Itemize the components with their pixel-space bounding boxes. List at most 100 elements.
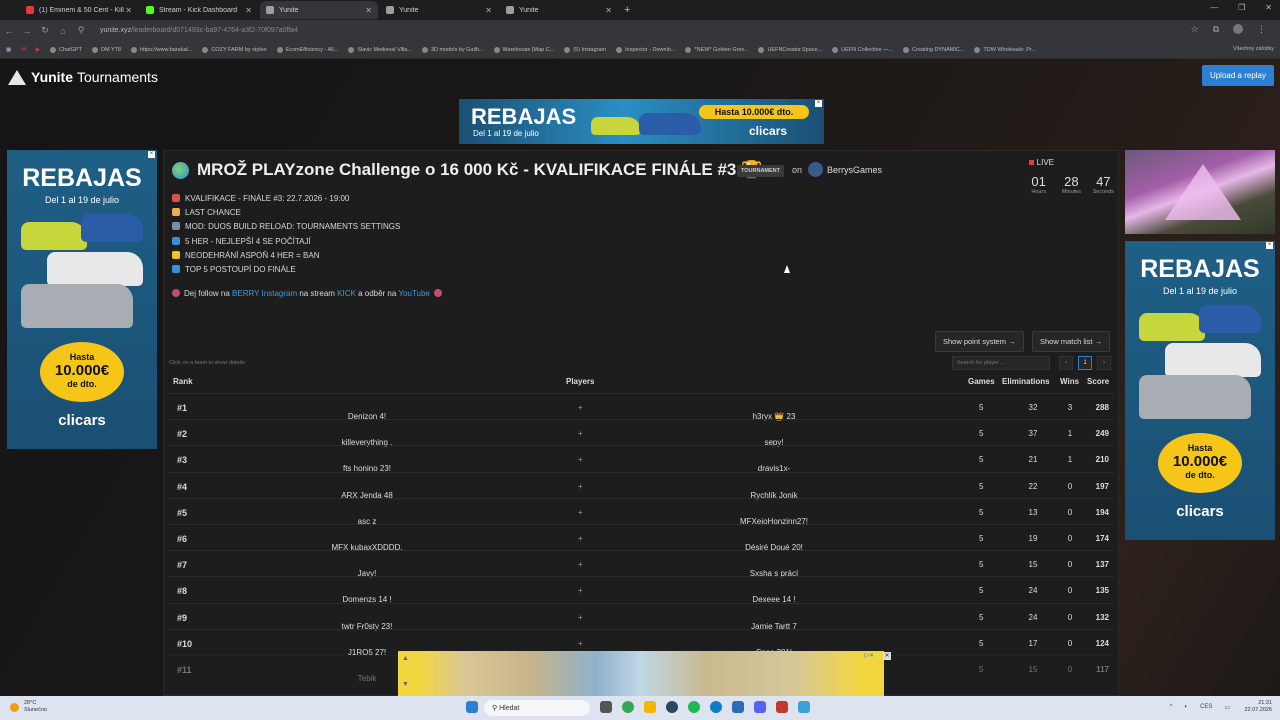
organizer-link[interactable]: BerrysGames [808, 162, 882, 177]
site-logo[interactable]: Yunite Tournaments [8, 69, 158, 85]
alarm-clock-icon [172, 194, 180, 202]
table-row[interactable]: #5 asc z + MFXeioHonzinn27! 5 13 0 194 [168, 497, 1114, 526]
chrome-icon[interactable] [622, 701, 634, 713]
close-bottom-ad-icon[interactable]: ✕ [883, 652, 891, 660]
bookmark-item[interactable]: EcomEfficiency - All... [276, 46, 338, 53]
scroll-up-icon[interactable]: ▲ [402, 655, 409, 662]
table-row[interactable]: #2 killeverything . + sepy! 5 37 1 249 [168, 419, 1114, 447]
site-info-icon[interactable]: ⚲ [72, 25, 90, 36]
page-prev-button[interactable]: ‹ [1059, 356, 1073, 370]
bookmark-item[interactable]: Warehouse [Map C... [493, 46, 554, 53]
plus-icon: + [578, 560, 583, 570]
new-tab-icon[interactable]: + [624, 4, 630, 16]
table-row[interactable]: #9 twtr Fr0sty 23! + Jamie Tartt 7 5 24 0 132 [168, 602, 1114, 631]
extensions-icon[interactable]: ⧉ [1213, 24, 1219, 35]
windows-start-icon[interactable] [466, 701, 478, 713]
table-row[interactable]: #4 ARX Jenda 48 + Rychlík Jonik 5 22 0 197 [168, 471, 1114, 500]
back-icon[interactable]: ← [0, 26, 18, 36]
table-row[interactable]: #3 fts honino 23! + dravis1x- 5 21 1 210 [168, 445, 1114, 473]
show-match-list-button[interactable]: Show match list → [1032, 331, 1111, 352]
bookmark-item[interactable]: UEFNCreator.Space... [758, 46, 822, 53]
bottom-ad-banner[interactable]: ▲ ▼ ▷✕ [398, 651, 884, 696]
right-image-ad[interactable] [1125, 150, 1275, 234]
close-ad-icon[interactable]: × [148, 151, 155, 158]
tray-arrow-icon[interactable]: ^ [1170, 704, 1173, 711]
browser-tab[interactable]: Yunite ✕ [500, 1, 618, 19]
browser-tab[interactable]: Yunite ✕ [380, 1, 498, 19]
weather-widget[interactable]: 28°C Slunečno [10, 700, 47, 714]
bookmark-item[interactable]: *NEW* Golden Grov... [685, 46, 748, 53]
close-tab-icon[interactable]: ✕ [605, 6, 612, 15]
kick-link[interactable]: KICK [337, 289, 356, 298]
discord-icon[interactable] [754, 701, 766, 713]
bookmark-item[interactable]: Slavic Medieval Villa... [348, 46, 412, 53]
browser-tab[interactable]: Stream - Kick Dashboard ✕ [140, 1, 258, 19]
steam-icon[interactable] [666, 701, 678, 713]
url-field[interactable]: yunite.xyz/leaderboard/d071493c-ba97-476… [100, 27, 298, 34]
apps-icon[interactable]: ▦ [6, 47, 11, 53]
bookmark-item[interactable]: DM YT8 [91, 46, 121, 53]
bookmark-item[interactable]: TDW Wholesale: Pr... [974, 46, 1036, 53]
youtube-bookmark-icon[interactable]: ▶ [36, 47, 40, 53]
bookmark-item[interactable]: Inspector - Downlo... [616, 46, 675, 53]
network-icon[interactable]: ▭ [1224, 704, 1230, 711]
task-view-icon[interactable] [600, 701, 612, 713]
forward-icon[interactable]: → [18, 26, 36, 36]
arrow-right-icon [172, 236, 180, 245]
scroll-down-icon[interactable]: ▼ [402, 681, 409, 688]
close-tab-icon[interactable]: ✕ [125, 6, 132, 15]
upload-replay-button[interactable]: Upload a replay [1201, 65, 1274, 86]
table-row[interactable]: #6 MFX kubaxXDDDD. + Désiré Doué 20! 5 19 0 174 [168, 523, 1114, 552]
bookmark-item[interactable]: 3D models by Guilh... [421, 46, 484, 53]
minimize-icon[interactable]: — [1210, 3, 1218, 12]
file-explorer-icon[interactable] [644, 701, 656, 713]
show-point-system-button[interactable]: Show point system → [935, 331, 1024, 352]
menu-icon[interactable]: ⋮ [1257, 24, 1266, 35]
app-icon[interactable] [798, 701, 810, 713]
instagram-link[interactable]: BERRY Instagram [232, 289, 297, 298]
app-icon[interactable] [732, 701, 744, 713]
browser-tab[interactable]: (1) Eminem & 50 Cent - Kill or Be✕ [20, 1, 138, 19]
close-ad-icon[interactable]: × [1266, 242, 1273, 249]
left-ad-banner[interactable]: REBAJAS Del 1 al 19 de julio Hasta 10.00… [7, 150, 157, 449]
maximize-icon[interactable]: ❐ [1238, 3, 1245, 12]
microphone-icon[interactable]: ◐ [1184, 704, 1188, 711]
close-tab-icon[interactable]: ✕ [245, 6, 252, 15]
close-tab-icon[interactable]: ✕ [485, 6, 492, 15]
youtube-link[interactable]: YouTube [398, 289, 429, 298]
page-current-button[interactable]: 1 [1078, 356, 1092, 370]
table-row[interactable]: #1 Denizon 4! + h3ryx 👑 23 5 32 3 288 [168, 393, 1114, 421]
browser-tab-active[interactable]: Yunite ✕ [260, 1, 378, 19]
player-name: Tebik [357, 673, 377, 683]
taskbar-search[interactable]: ⚲ Hledat [484, 700, 590, 716]
top-ad-banner[interactable]: REBAJAS Del 1 al 19 de julio Hasta 10.00… [459, 99, 824, 144]
spotify-icon[interactable] [688, 701, 700, 713]
sun-icon [10, 702, 19, 712]
close-ad-icon[interactable]: × [815, 100, 822, 107]
player-search-input[interactable]: Search for player ... [952, 356, 1050, 370]
reload-icon[interactable]: ↻ [36, 25, 54, 36]
bookmark-star-icon[interactable]: ☆ [1190, 24, 1198, 35]
right-ad-banner[interactable]: REBAJAS Del 1 al 19 de julio Hasta 10.00… [1125, 241, 1275, 540]
bookmark-item[interactable]: UEFN Collective —... [832, 46, 893, 53]
clock[interactable]: 21:31 22.07.2026 [1244, 700, 1272, 714]
bookmark-item[interactable]: https://www.barakal... [131, 46, 192, 53]
page-next-button[interactable]: › [1097, 356, 1111, 370]
bookmark-item[interactable]: COZY FARM by styloo [202, 46, 267, 53]
gmail-icon[interactable]: M [21, 47, 26, 53]
all-bookmarks[interactable]: Všechny záložky [1233, 46, 1274, 52]
bookmark-item[interactable]: (5) Instagram [564, 46, 606, 53]
media-icon[interactable] [776, 701, 788, 713]
edge-icon[interactable] [710, 701, 722, 713]
table-row[interactable]: #7 Javy! + Sxsha s prácí 5 15 0 137 [168, 550, 1114, 578]
organizer-avatar [808, 162, 823, 177]
bookmark-item[interactable]: ChatGPT [50, 46, 82, 53]
profile-avatar[interactable] [1233, 24, 1243, 34]
table-row[interactable]: #8 Domenzs 14 ! + Dexeee 14 ! 5 24 0 135 [168, 576, 1114, 604]
ad-info-icon[interactable]: ▷✕ [864, 652, 874, 659]
bookmark-item[interactable]: Creating DYNAMIC... [903, 46, 964, 53]
language-indicator[interactable]: CES [1200, 704, 1212, 711]
close-window-icon[interactable]: ✕ [1265, 3, 1272, 12]
home-icon[interactable]: ⌂ [54, 26, 72, 36]
close-tab-icon[interactable]: ✕ [365, 6, 372, 15]
